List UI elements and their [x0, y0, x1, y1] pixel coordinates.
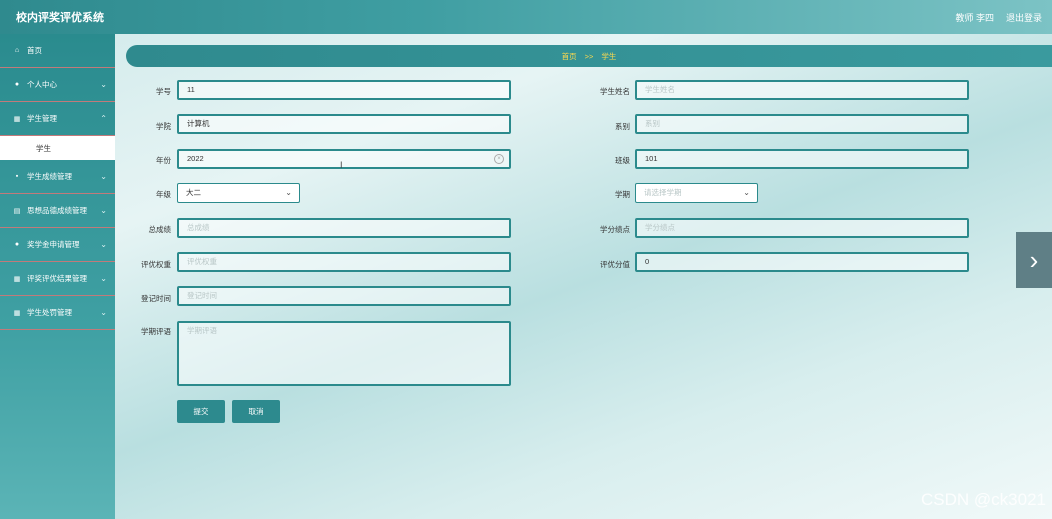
- student-no-label: 学号: [156, 87, 171, 96]
- text-cursor-icon: I: [340, 160, 343, 170]
- semester-label: 学期: [615, 190, 630, 199]
- breadcrumb-current: 学生: [601, 51, 617, 61]
- sidebar-subitem-student[interactable]: 学生: [0, 136, 115, 160]
- semester-select[interactable]: 请选择学期 ⌄: [635, 183, 758, 203]
- college-label: 学院: [156, 122, 171, 131]
- total-score-label: 总成绩: [148, 225, 172, 234]
- sidebar: ⌂ 首页 ● 个人中心 ⌄ ▦ 学生管理 ⌃ 学生 ▪ 学生成绩管理 ⌄ ▤ 思想品德成绩…: [0, 34, 115, 519]
- semester-comment-label: 学期评语: [141, 327, 171, 336]
- semester-comment-textarea[interactable]: 学期评语: [177, 321, 511, 386]
- person-icon: ●: [14, 81, 20, 88]
- logout-link[interactable]: 退出登录: [1006, 11, 1042, 24]
- eval-score-input[interactable]: 0: [635, 252, 969, 272]
- semester-placeholder: 请选择学期: [644, 188, 682, 197]
- year-label: 年份: [156, 156, 171, 165]
- year-value: 2022: [187, 154, 204, 163]
- cancel-button[interactable]: 取消: [232, 400, 280, 423]
- grid-icon: ▦: [13, 115, 21, 123]
- sidebar-item-label: 学生管理: [27, 114, 57, 123]
- chevron-down-icon: ⌄: [100, 308, 107, 317]
- user-label: 教师 李四: [955, 12, 994, 23]
- breadcrumb-home[interactable]: 首页: [562, 51, 577, 62]
- grid-icon: ▦: [13, 275, 21, 283]
- sidebar-item-punishment-management[interactable]: ▦ 学生处罚管理 ⌄: [0, 296, 115, 330]
- breadcrumb-separator: >>: [584, 51, 594, 61]
- sidebar-item-label: 学生成绩管理: [27, 172, 72, 181]
- top-right: 教师 李四 退出登录: [955, 11, 1042, 24]
- chat-icon: ▪: [15, 173, 19, 180]
- grade-select[interactable]: 大二 ⌄: [177, 183, 300, 203]
- chevron-down-icon: ⌄: [100, 80, 107, 89]
- eval-weight-input[interactable]: 评优权重: [177, 252, 511, 272]
- student-name-input[interactable]: 学生姓名: [635, 80, 969, 100]
- reg-time-input[interactable]: 登记时间: [177, 286, 511, 306]
- sidebar-item-label: 评奖评优结果管理: [27, 274, 87, 283]
- class-input[interactable]: 101: [635, 149, 969, 169]
- chevron-down-icon: ⌄: [743, 188, 750, 197]
- person-icon: ●: [14, 241, 20, 248]
- clear-icon[interactable]: ×: [494, 154, 504, 164]
- eval-weight-label: 评优权重: [141, 260, 171, 269]
- department-input[interactable]: 系别: [635, 114, 969, 134]
- reg-time-label: 登记时间: [141, 294, 171, 303]
- year-input[interactable]: 2022 ×: [177, 149, 511, 169]
- sidebar-item-award-result-management[interactable]: ▦ 评奖评优结果管理 ⌄: [0, 262, 115, 296]
- home-icon: ⌂: [14, 47, 20, 54]
- department-label: 系别: [615, 122, 630, 131]
- breadcrumb: 首页 >> 学生: [126, 45, 1052, 67]
- grade-value: 大二: [186, 188, 201, 197]
- sidebar-item-score-management[interactable]: ▪ 学生成绩管理 ⌄: [0, 160, 115, 194]
- class-label: 班级: [615, 156, 630, 165]
- sidebar-item-label: 奖学金申请管理: [27, 240, 80, 249]
- sidebar-item-label: 思想品德成绩管理: [27, 206, 87, 215]
- watermark: CSDN @ck3021: [921, 490, 1046, 509]
- eval-score-label: 评优分值: [600, 260, 630, 269]
- next-arrow-icon[interactable]: ›: [1016, 232, 1052, 288]
- clipboard-icon: ▤: [13, 207, 21, 215]
- chevron-down-icon: ⌄: [100, 240, 107, 249]
- gpa-label: 学分绩点: [600, 225, 630, 234]
- chevron-down-icon: ⌄: [100, 206, 107, 215]
- app-title: 校内评奖评优系统: [16, 12, 104, 24]
- sidebar-item-label: 学生处罚管理: [27, 308, 72, 317]
- sidebar-item-personal-center[interactable]: ● 个人中心 ⌄: [0, 68, 115, 102]
- college-input[interactable]: 计算机: [177, 114, 511, 134]
- chevron-down-icon: ⌄: [100, 172, 107, 181]
- chevron-down-icon: ⌄: [100, 274, 107, 283]
- sidebar-item-label: 首页: [27, 46, 42, 55]
- chevron-up-icon: ⌃: [100, 114, 107, 123]
- sidebar-item-moral-score-management[interactable]: ▤ 思想品德成绩管理 ⌄: [0, 194, 115, 228]
- grid-icon: ▦: [13, 309, 21, 317]
- sidebar-item-scholarship-management[interactable]: ● 奖学金申请管理 ⌄: [0, 228, 115, 262]
- sidebar-item-student-management[interactable]: ▦ 学生管理 ⌃: [0, 102, 115, 136]
- gpa-input[interactable]: 学分绩点: [635, 218, 969, 238]
- student-no-input[interactable]: 11: [177, 80, 511, 100]
- sidebar-item-home[interactable]: ⌂ 首页: [0, 34, 115, 68]
- student-name-label: 学生姓名: [600, 87, 630, 96]
- top-bar: 校内评奖评优系统 教师 李四 退出登录: [0, 0, 1052, 34]
- total-score-input[interactable]: 总成绩: [177, 218, 511, 238]
- sidebar-item-label: 个人中心: [27, 80, 57, 89]
- chevron-down-icon: ⌄: [285, 188, 292, 197]
- submit-button[interactable]: 提交: [177, 400, 225, 423]
- grade-label: 年级: [156, 190, 171, 199]
